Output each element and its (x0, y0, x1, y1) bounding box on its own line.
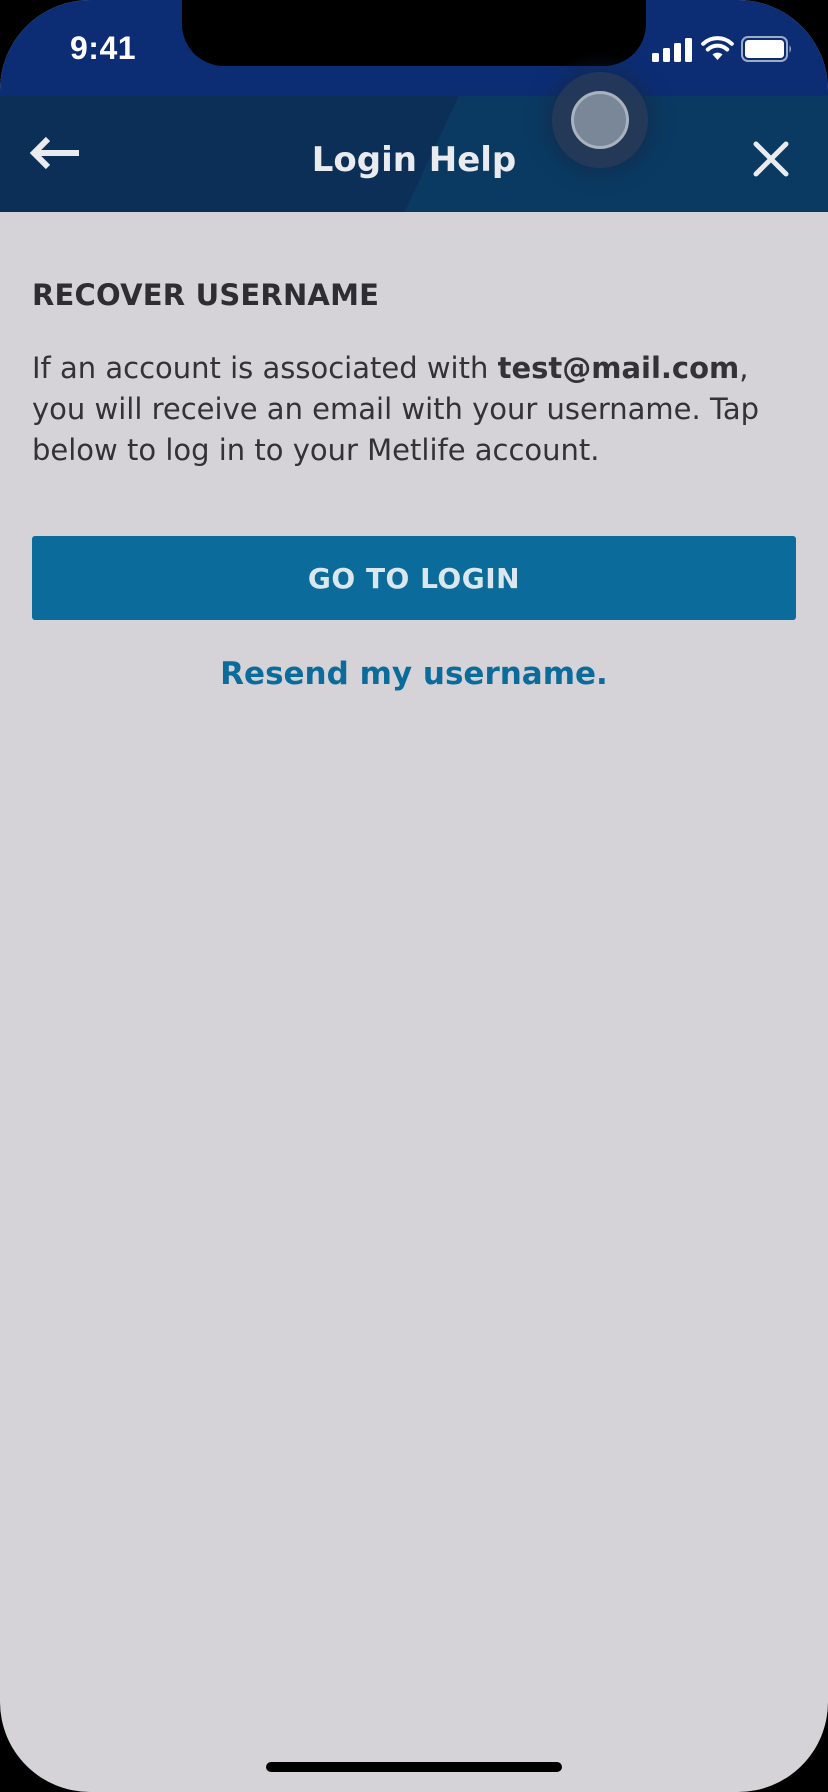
signal-icon (652, 38, 692, 62)
phone-screen: 9:41 Login Help RECOVER USERNAME If an a… (0, 0, 828, 1792)
assistive-touch-knob (571, 91, 629, 149)
page-title: Login Help (311, 140, 517, 180)
go-to-login-button[interactable]: GO TO LOGIN (32, 536, 796, 620)
email-address: test@mail.com (497, 351, 740, 385)
recovery-message: If an account is associated with test@ma… (32, 348, 802, 471)
message-prefix: If an account is associated with (32, 351, 498, 385)
status-time: 9:41 (70, 30, 137, 66)
home-indicator[interactable] (266, 1762, 562, 1772)
navigation-bar: Login Help (0, 96, 828, 212)
wifi-icon (701, 36, 734, 60)
section-heading: RECOVER USERNAME (32, 278, 380, 312)
battery-icon (741, 36, 791, 62)
device-notch (182, 0, 646, 66)
assistive-touch-button[interactable] (552, 72, 648, 168)
close-button[interactable] (746, 134, 796, 184)
close-icon (753, 141, 789, 177)
resend-username-link[interactable]: Resend my username. (0, 652, 828, 696)
